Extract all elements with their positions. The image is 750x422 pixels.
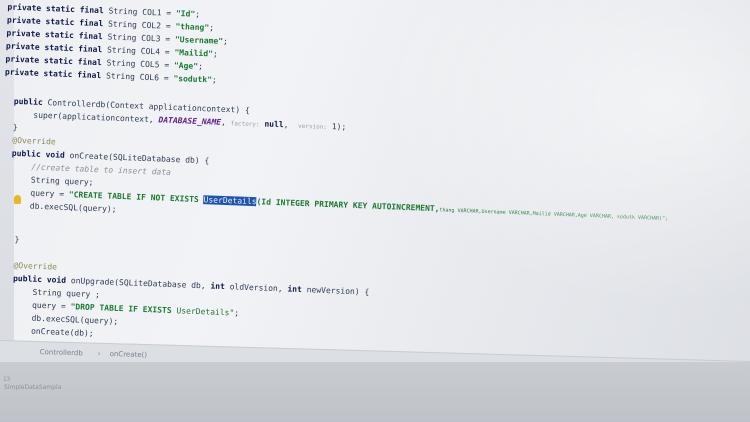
code-token: } xyxy=(14,234,20,245)
code-token: String xyxy=(103,19,142,30)
code-token: ; xyxy=(197,61,204,72)
code-token: query = xyxy=(31,300,71,312)
code-token: , xyxy=(220,117,231,128)
code-token: COL3 xyxy=(141,33,161,44)
code-token: = xyxy=(161,8,177,18)
code-token: newVersion) { xyxy=(301,285,370,297)
code-token: @Override xyxy=(12,135,56,147)
code-token: String xyxy=(101,71,140,82)
code-token: "Username" xyxy=(174,34,224,46)
code-token: = xyxy=(158,73,174,83)
code-token: "Age" xyxy=(173,60,199,71)
code-token: COL2 xyxy=(141,20,162,31)
code-token: UserDetails" xyxy=(176,306,235,318)
code-token: String query; xyxy=(30,175,94,187)
code-token: ; xyxy=(234,308,240,318)
code-token: } xyxy=(12,122,18,133)
code-token: DATABASE_NAME xyxy=(158,115,222,127)
code-line-brace: } xyxy=(13,121,18,134)
bottom-panel: 13 SimpleDataSampla xyxy=(0,362,750,422)
code-line-exec: db.execSQL(query); xyxy=(30,200,117,216)
code-token: "sodutk" xyxy=(173,73,213,85)
code-token: String xyxy=(102,32,142,43)
code-token: ; xyxy=(208,23,215,33)
code-token: onCreate(db); xyxy=(30,326,94,339)
screen: private static final String COL1 = "Id";… xyxy=(0,0,750,422)
code-token: db.execSQL(query); xyxy=(29,201,117,214)
code-token: String xyxy=(102,45,141,56)
param-hint: version: xyxy=(297,122,328,131)
line-number: 13 xyxy=(3,376,11,383)
lightbulb-icon[interactable] xyxy=(14,195,21,204)
code-token: oldVersion, xyxy=(224,282,288,294)
code-token: String query ; xyxy=(32,287,101,300)
code-line-brace: } xyxy=(14,233,19,246)
bottom-tab[interactable]: SimpleDataSampla xyxy=(4,384,61,391)
code-token: int xyxy=(210,281,226,292)
code-token: "thang" xyxy=(175,21,210,33)
code-token: public void xyxy=(11,148,66,160)
code-token: = xyxy=(160,34,176,44)
code-token: null xyxy=(259,119,284,130)
code-token: "Id" xyxy=(175,9,196,19)
code-token: "Mailid" xyxy=(174,47,214,59)
code-line-create-table: query = "CREATE TABLE IF NOT EXISTS User… xyxy=(30,187,668,226)
breadcrumb-method[interactable]: onCreate() xyxy=(110,350,148,359)
code-token: ; xyxy=(212,49,218,59)
code-token: COL4 xyxy=(140,46,161,57)
code-token: = xyxy=(159,47,175,57)
code-token: COL1 xyxy=(142,7,162,18)
code-token: int xyxy=(287,284,303,295)
code-token: , xyxy=(283,120,299,130)
code-token: COL5 xyxy=(140,59,160,70)
code-editor[interactable]: private static final String COL1 = "Id";… xyxy=(0,0,750,385)
code-token: ; xyxy=(195,9,201,19)
code-token: private static final xyxy=(4,67,102,81)
code-token: ; xyxy=(211,75,217,85)
breadcrumb-separator: › xyxy=(97,349,101,358)
code-token: String xyxy=(101,58,141,69)
code-token: @Override xyxy=(13,260,58,272)
code-token: COL6 xyxy=(139,72,160,83)
param-hint: factory: xyxy=(230,120,260,129)
code-token: db.execSQL(query); xyxy=(31,313,119,327)
code-line-oncreate-call: onCreate(db); xyxy=(31,325,94,340)
code-token: 1); xyxy=(326,121,347,132)
code-token: query = xyxy=(30,188,70,200)
code-token: ; xyxy=(222,36,229,47)
code-token: public void xyxy=(12,273,67,285)
code-token: public xyxy=(13,96,43,107)
code-token: super(applicationcontext, xyxy=(33,110,159,125)
breadcrumb-class[interactable]: Controllerdb xyxy=(40,348,83,357)
code-token: String xyxy=(103,6,143,17)
code-token: = xyxy=(160,21,176,31)
selected-text[interactable]: UserDetails xyxy=(203,195,257,207)
code-token: (Id INTEGER PRIMARY KEY AUTOINCREMENT, xyxy=(256,197,440,214)
code-token: = xyxy=(159,60,175,70)
code-token: thang VARCHAR,Username VARCHAR,Mailid VA… xyxy=(439,207,669,223)
